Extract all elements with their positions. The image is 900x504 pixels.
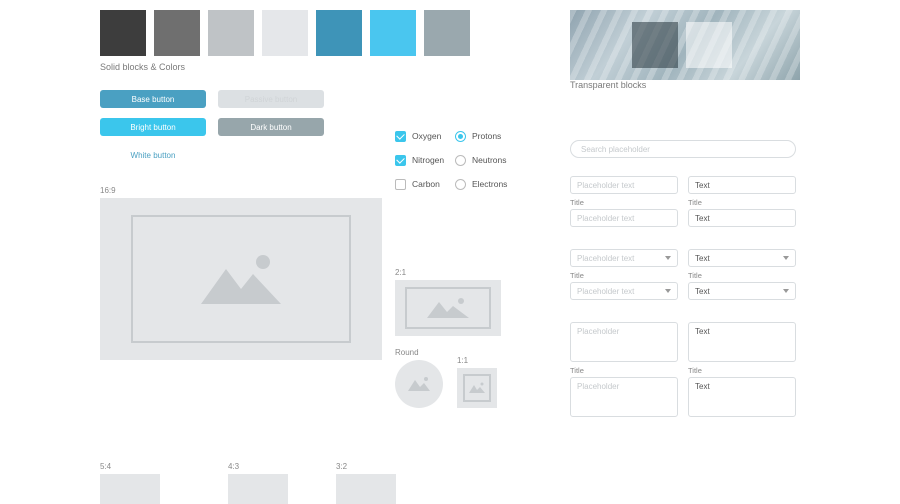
swatch-2 bbox=[154, 10, 200, 56]
ratio-label-11: 1:1 bbox=[457, 356, 497, 365]
palette-caption: Solid blocks & Colors bbox=[100, 62, 540, 72]
base-button[interactable]: Base button bbox=[100, 90, 206, 108]
text-input-value[interactable]: Text bbox=[688, 176, 796, 194]
textarea-placeholder[interactable]: Placeholder bbox=[570, 322, 678, 362]
radio-protons[interactable] bbox=[455, 131, 466, 142]
image-placeholder-11 bbox=[457, 368, 497, 408]
dark-button[interactable]: Dark button bbox=[218, 118, 324, 136]
swatch-6 bbox=[370, 10, 416, 56]
field-label: Title bbox=[570, 366, 678, 375]
textarea-value[interactable]: Text bbox=[688, 322, 796, 362]
checkbox-carbon[interactable] bbox=[395, 179, 406, 190]
swatch-3 bbox=[208, 10, 254, 56]
select-value[interactable]: Text bbox=[688, 249, 796, 267]
field-label: Title bbox=[570, 198, 678, 207]
chevron-down-icon bbox=[665, 256, 671, 260]
swatch-5 bbox=[316, 10, 362, 56]
checkbox-nitrogen[interactable] bbox=[395, 155, 406, 166]
select-placeholder-titled[interactable]: Placeholder text bbox=[570, 282, 678, 300]
select-placeholder[interactable]: Placeholder text bbox=[570, 249, 678, 267]
ratio-label-43: 4:3 bbox=[228, 462, 288, 471]
swatch-1 bbox=[100, 10, 146, 56]
radio-label: Protons bbox=[472, 131, 501, 141]
textarea-placeholder-titled[interactable]: Placeholder bbox=[570, 377, 678, 417]
radio-electrons[interactable] bbox=[455, 179, 466, 190]
field-label: Title bbox=[688, 198, 796, 207]
radio-group: Protons Neutrons Electrons bbox=[455, 128, 535, 200]
chevron-down-icon bbox=[665, 289, 671, 293]
select-value-titled[interactable]: Text bbox=[688, 282, 796, 300]
color-swatches bbox=[100, 10, 540, 56]
ratio-label-54: 5:4 bbox=[100, 462, 160, 471]
search-input[interactable]: Search placeholder bbox=[570, 140, 796, 158]
ratio-label-21: 2:1 bbox=[395, 268, 501, 277]
field-label: Title bbox=[688, 271, 796, 280]
checkbox-label: Oxygen bbox=[412, 131, 441, 141]
swatch-4 bbox=[262, 10, 308, 56]
textarea-value-titled[interactable]: Text bbox=[688, 377, 796, 417]
passive-button[interactable]: Passive button bbox=[218, 90, 324, 108]
field-label: Title bbox=[688, 366, 796, 375]
image-placeholder-169 bbox=[100, 198, 382, 360]
bright-button[interactable]: Bright button bbox=[100, 118, 206, 136]
text-input-placeholder-titled[interactable]: Placeholder text bbox=[570, 209, 678, 227]
image-placeholder-21 bbox=[395, 280, 501, 336]
transparent-swatch-dark bbox=[632, 22, 678, 68]
text-input-placeholder[interactable]: Placeholder text bbox=[570, 176, 678, 194]
checkbox-oxygen[interactable] bbox=[395, 131, 406, 142]
radio-label: Electrons bbox=[472, 179, 507, 189]
ratio-label-32: 3:2 bbox=[336, 462, 396, 471]
white-button[interactable]: White button bbox=[100, 146, 206, 164]
text-input-value-titled[interactable]: Text bbox=[688, 209, 796, 227]
image-placeholder-round bbox=[395, 360, 443, 408]
swatch-7 bbox=[424, 10, 470, 56]
transparent-caption: Transparent blocks bbox=[570, 80, 800, 90]
checkbox-label: Nitrogen bbox=[412, 155, 444, 165]
radio-label: Neutrons bbox=[472, 155, 507, 165]
transparent-sample bbox=[570, 10, 800, 80]
checkbox-label: Carbon bbox=[412, 179, 440, 189]
field-label: Title bbox=[570, 271, 678, 280]
transparent-swatch-light bbox=[686, 22, 732, 68]
chevron-down-icon bbox=[783, 289, 789, 293]
radio-neutrons[interactable] bbox=[455, 155, 466, 166]
chevron-down-icon bbox=[783, 256, 789, 260]
ratio-label-round: Round bbox=[395, 348, 443, 357]
